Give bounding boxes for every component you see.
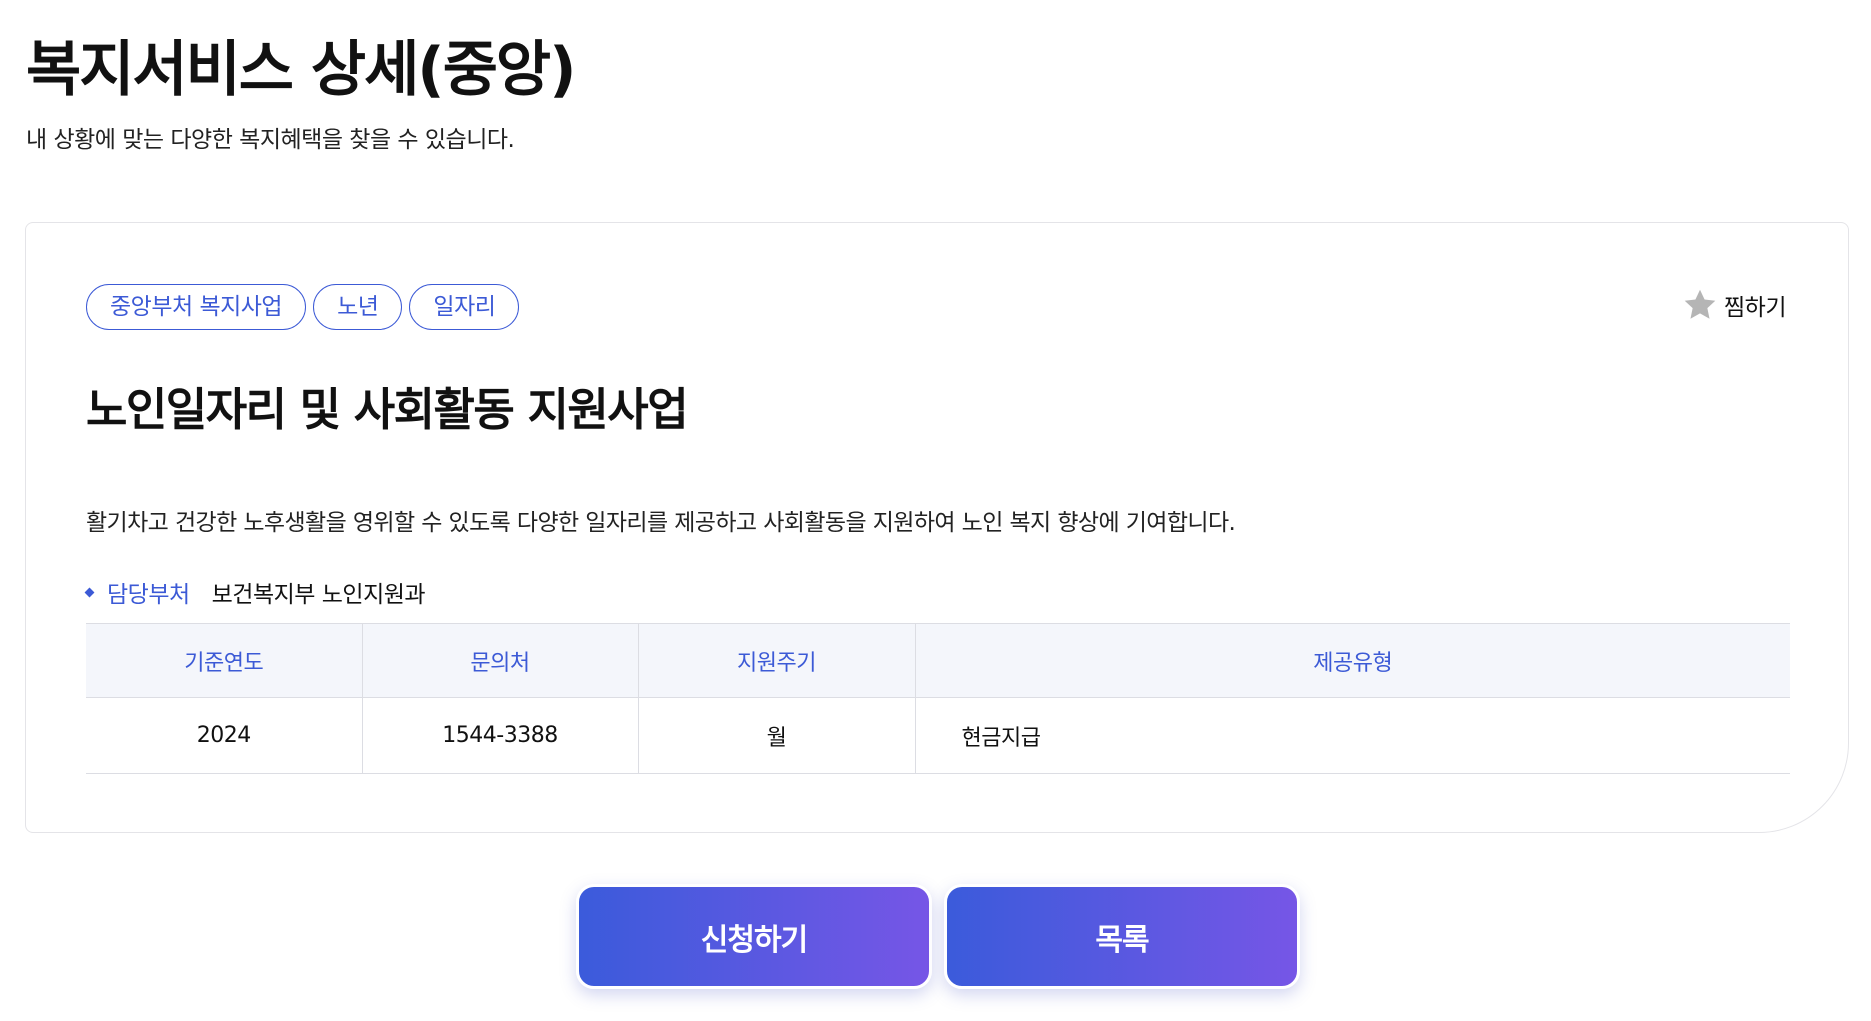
service-description: 활기차고 건강한 노후생활을 영위할 수 있도록 다양한 일자리를 제공하고 사…	[86, 510, 1236, 536]
table-row: 2024 1544-3388 월 현금지급	[86, 697, 1790, 774]
bookmark-label: 찜하기	[1724, 295, 1786, 321]
tag-list: 중앙부처 복지사업 노년 일자리	[86, 284, 520, 330]
table-header-support-cycle: 지원주기	[637, 623, 915, 698]
page-title: 복지서비스 상세(중앙)	[26, 35, 577, 105]
tag-jobs[interactable]: 일자리	[409, 284, 520, 330]
table-cell-contact: 1544-3388	[361, 697, 638, 774]
service-title: 노인일자리 및 사회활동 지원사업	[86, 383, 689, 436]
page-subtitle: 내 상황에 맞는 다양한 복지혜택을 찾을 수 있습니다.	[26, 127, 515, 153]
service-info-table: 기준연도 문의처 지원주기 제공유형 2024 1544-3388 월 현금지급	[86, 623, 1790, 774]
department-label: 담당부처	[107, 582, 190, 608]
list-button[interactable]: 목록	[944, 884, 1300, 989]
table-header-row: 기준연도 문의처 지원주기 제공유형	[86, 623, 1790, 698]
tag-central-ministry[interactable]: 중앙부처 복지사업	[86, 284, 307, 330]
table-header-contact: 문의처	[361, 623, 638, 698]
tag-old-age[interactable]: 노년	[313, 284, 403, 330]
service-detail-card: 중앙부처 복지사업 노년 일자리 찜하기 노인일자리 및 사회활동 지원사업 활…	[25, 222, 1849, 833]
welfare-service-detail-page: 복지서비스 상세(중앙) 내 상황에 맞는 다양한 복지혜택을 찾을 수 있습니…	[0, 0, 1871, 1021]
action-buttons: 신청하기 목록	[576, 884, 1300, 989]
table-header-base-year: 기준연도	[86, 623, 362, 698]
table-cell-support-cycle: 월	[637, 697, 915, 774]
department-row: 담당부처 보건복지부 노인지원과	[84, 575, 426, 609]
table-cell-base-year: 2024	[86, 697, 362, 774]
diamond-bullet-icon	[84, 587, 95, 597]
apply-button[interactable]: 신청하기	[576, 884, 932, 989]
table-header-provision-type: 제공유형	[914, 623, 1790, 698]
table-cell-provision-type: 현금지급	[914, 697, 1790, 774]
bookmark-button[interactable]: 찜하기	[1682, 287, 1786, 323]
department-value: 보건복지부 노인지원과	[211, 582, 426, 608]
star-icon	[1682, 287, 1718, 323]
